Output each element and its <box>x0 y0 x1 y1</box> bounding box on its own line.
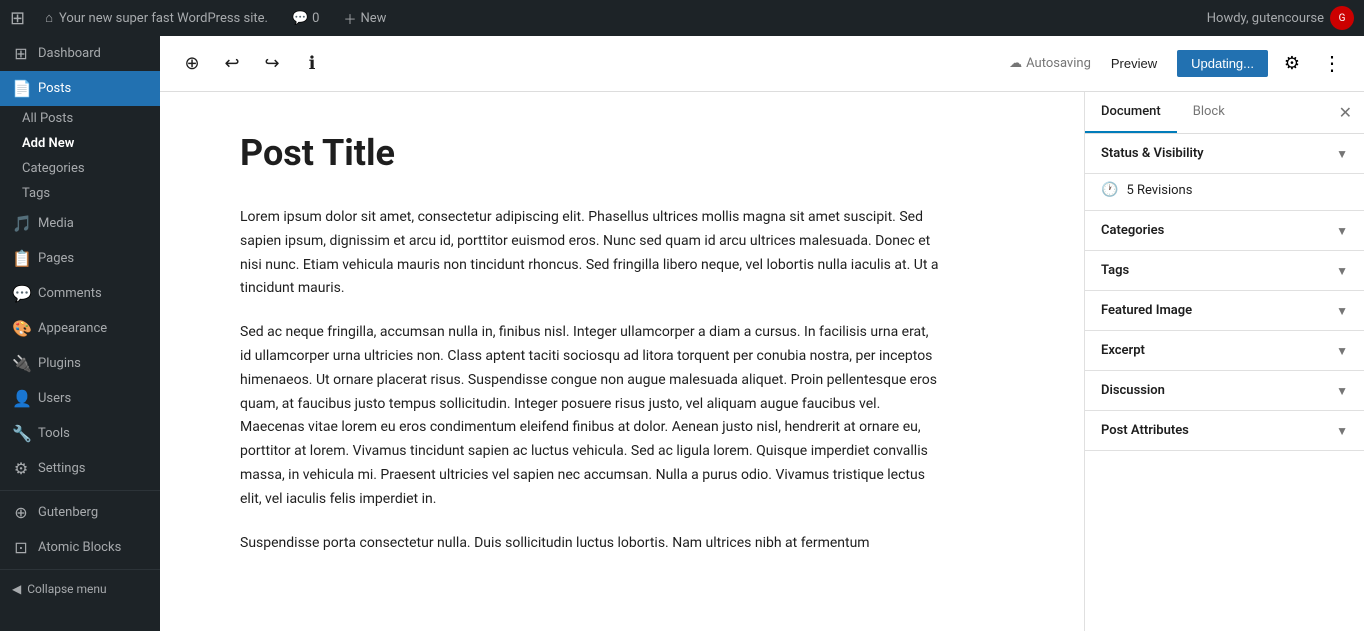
sidebar-item-gutenberg[interactable]: ⊕ Gutenberg <box>0 495 160 530</box>
close-icon: ✕ <box>1339 105 1352 122</box>
redo-button[interactable]: ↪ <box>256 48 288 80</box>
categories-header[interactable]: Categories ▼ <box>1085 211 1364 250</box>
sidebar-item-users[interactable]: 👤 Users <box>0 381 160 416</box>
chevron-down-icon-2: ▼ <box>1336 224 1348 238</box>
admin-bar: ⊞ ⌂ Your new super fast WordPress site. … <box>0 0 1364 36</box>
info-icon: ℹ <box>309 53 316 74</box>
howdy-section: Howdy, gutencourse G <box>1207 6 1354 30</box>
redo-icon: ↪ <box>264 53 279 74</box>
gutenberg-icon: ⊕ <box>12 503 30 522</box>
comments-icon: 💬 <box>12 284 30 303</box>
sidebar-sub-all-posts[interactable]: All Posts <box>0 106 160 131</box>
chevron-down-icon: ▼ <box>1336 147 1348 161</box>
cloud-icon: ☁ <box>1009 56 1022 71</box>
editor-area: ⊕ ↩ ↪ ℹ ☁ Autosaving Preview Updati <box>160 36 1364 631</box>
section-revisions: 🕐 5 Revisions <box>1085 174 1364 211</box>
section-excerpt: Excerpt ▼ <box>1085 331 1364 371</box>
paragraph-1: Lorem ipsum dolor sit amet, consectetur … <box>240 206 940 301</box>
section-tags: Tags ▼ <box>1085 251 1364 291</box>
clock-icon: 🕐 <box>1101 182 1118 198</box>
tab-document[interactable]: Document <box>1085 92 1177 133</box>
editor-toolbar: ⊕ ↩ ↪ ℹ ☁ Autosaving Preview Updati <box>160 36 1364 92</box>
update-button[interactable]: Updating... <box>1177 50 1268 77</box>
new-button[interactable]: ＋ New <box>335 9 394 28</box>
excerpt-header[interactable]: Excerpt ▼ <box>1085 331 1364 370</box>
preview-button[interactable]: Preview <box>1099 50 1169 77</box>
chevron-down-icon-5: ▼ <box>1336 344 1348 358</box>
settings-icon: ⚙ <box>12 459 30 478</box>
gear-icon: ⚙ <box>1284 53 1300 74</box>
sidebar-item-dashboard[interactable]: ⊞ Dashboard <box>0 36 160 71</box>
atomic-blocks-icon: ⊡ <box>12 538 30 557</box>
collapse-menu-button[interactable]: ◀ Collapse menu <box>0 574 160 604</box>
chevron-down-icon-7: ▼ <box>1336 424 1348 438</box>
sidebar-item-settings[interactable]: ⚙ Settings <box>0 451 160 486</box>
section-categories: Categories ▼ <box>1085 211 1364 251</box>
sidebar-item-plugins[interactable]: 🔌 Plugins <box>0 346 160 381</box>
sidebar-item-tools[interactable]: 🔧 Tools <box>0 416 160 451</box>
sidebar-divider <box>0 490 160 491</box>
chevron-down-icon-6: ▼ <box>1336 384 1348 398</box>
sidebar-sub-tags[interactable]: Tags <box>0 181 160 206</box>
paragraph-2: Sed ac neque fringilla, accumsan nulla i… <box>240 321 940 511</box>
sidebar-item-appearance[interactable]: 🎨 Appearance <box>0 311 160 346</box>
media-icon: 🎵 <box>12 214 30 233</box>
sidebar-item-media[interactable]: 🎵 Media <box>0 206 160 241</box>
tools-icon: 🔧 <box>12 424 30 443</box>
section-status-visibility: Status & Visibility ▼ <box>1085 134 1364 174</box>
tags-header[interactable]: Tags ▼ <box>1085 251 1364 290</box>
panel-sidebar: Document Block ✕ Status & Visibility ▼ <box>1084 92 1364 631</box>
sidebar: ⊞ Dashboard 📄 Posts All Posts Add New Ca… <box>0 36 160 631</box>
sidebar-sub-categories[interactable]: Categories <box>0 156 160 181</box>
comment-icon: 💬 <box>292 11 308 26</box>
add-block-button[interactable]: ⊕ <box>176 48 208 80</box>
collapse-icon: ◀ <box>12 582 21 596</box>
toolbar-right: ☁ Autosaving Preview Updating... ⚙ ⋮ <box>1009 48 1348 80</box>
users-icon: 👤 <box>12 389 30 408</box>
panel-tabs: Document Block ✕ <box>1085 92 1364 134</box>
revisions-row[interactable]: 🕐 5 Revisions <box>1085 174 1364 210</box>
post-title[interactable]: Post Title <box>240 132 1004 174</box>
chevron-down-icon-3: ▼ <box>1336 264 1348 278</box>
info-button[interactable]: ℹ <box>296 48 328 80</box>
sidebar-item-pages[interactable]: 📋 Pages <box>0 241 160 276</box>
dashboard-icon: ⊞ <box>12 44 30 63</box>
discussion-header[interactable]: Discussion ▼ <box>1085 371 1364 410</box>
post-body: Lorem ipsum dolor sit amet, consectetur … <box>240 206 940 555</box>
undo-icon: ↩ <box>224 53 239 74</box>
sidebar-item-comments[interactable]: 💬 Comments <box>0 276 160 311</box>
post-attributes-header[interactable]: Post Attributes ▼ <box>1085 411 1364 450</box>
status-visibility-header[interactable]: Status & Visibility ▼ <box>1085 134 1364 173</box>
tab-block[interactable]: Block <box>1177 92 1241 133</box>
panel-close-button[interactable]: ✕ <box>1327 95 1364 131</box>
editor-main[interactable]: Post Title Lorem ipsum dolor sit amet, c… <box>160 92 1084 631</box>
sidebar-item-posts[interactable]: 📄 Posts <box>0 71 160 106</box>
paragraph-3: Suspendisse porta consectetur nulla. Dui… <box>240 532 940 556</box>
ellipsis-icon: ⋮ <box>1322 51 1342 76</box>
settings-button[interactable]: ⚙ <box>1276 48 1308 80</box>
sidebar-sub-add-new[interactable]: Add New <box>0 131 160 156</box>
add-block-icon: ⊕ <box>184 53 199 74</box>
section-discussion: Discussion ▼ <box>1085 371 1364 411</box>
home-icon: ⌂ <box>45 10 53 26</box>
section-post-attributes: Post Attributes ▼ <box>1085 411 1364 451</box>
sidebar-divider-2 <box>0 569 160 570</box>
sidebar-item-atomic-blocks[interactable]: ⊡ Atomic Blocks <box>0 530 160 565</box>
chevron-down-icon-4: ▼ <box>1336 304 1348 318</box>
editor-content: Post Title Lorem ipsum dolor sit amet, c… <box>160 92 1364 631</box>
wp-logo-icon[interactable]: ⊞ <box>10 8 25 29</box>
autosave-status: ☁ Autosaving <box>1009 56 1091 71</box>
site-name-link[interactable]: ⌂ Your new super fast WordPress site. <box>37 10 276 26</box>
plugins-icon: 🔌 <box>12 354 30 373</box>
section-featured-image: Featured Image ▼ <box>1085 291 1364 331</box>
more-options-button[interactable]: ⋮ <box>1316 48 1348 80</box>
plus-icon: ＋ <box>343 9 356 28</box>
appearance-icon: 🎨 <box>12 319 30 338</box>
posts-icon: 📄 <box>12 79 30 98</box>
featured-image-header[interactable]: Featured Image ▼ <box>1085 291 1364 330</box>
undo-button[interactable]: ↩ <box>216 48 248 80</box>
pages-icon: 📋 <box>12 249 30 268</box>
avatar[interactable]: G <box>1330 6 1354 30</box>
comments-button[interactable]: 💬 0 <box>284 11 328 26</box>
